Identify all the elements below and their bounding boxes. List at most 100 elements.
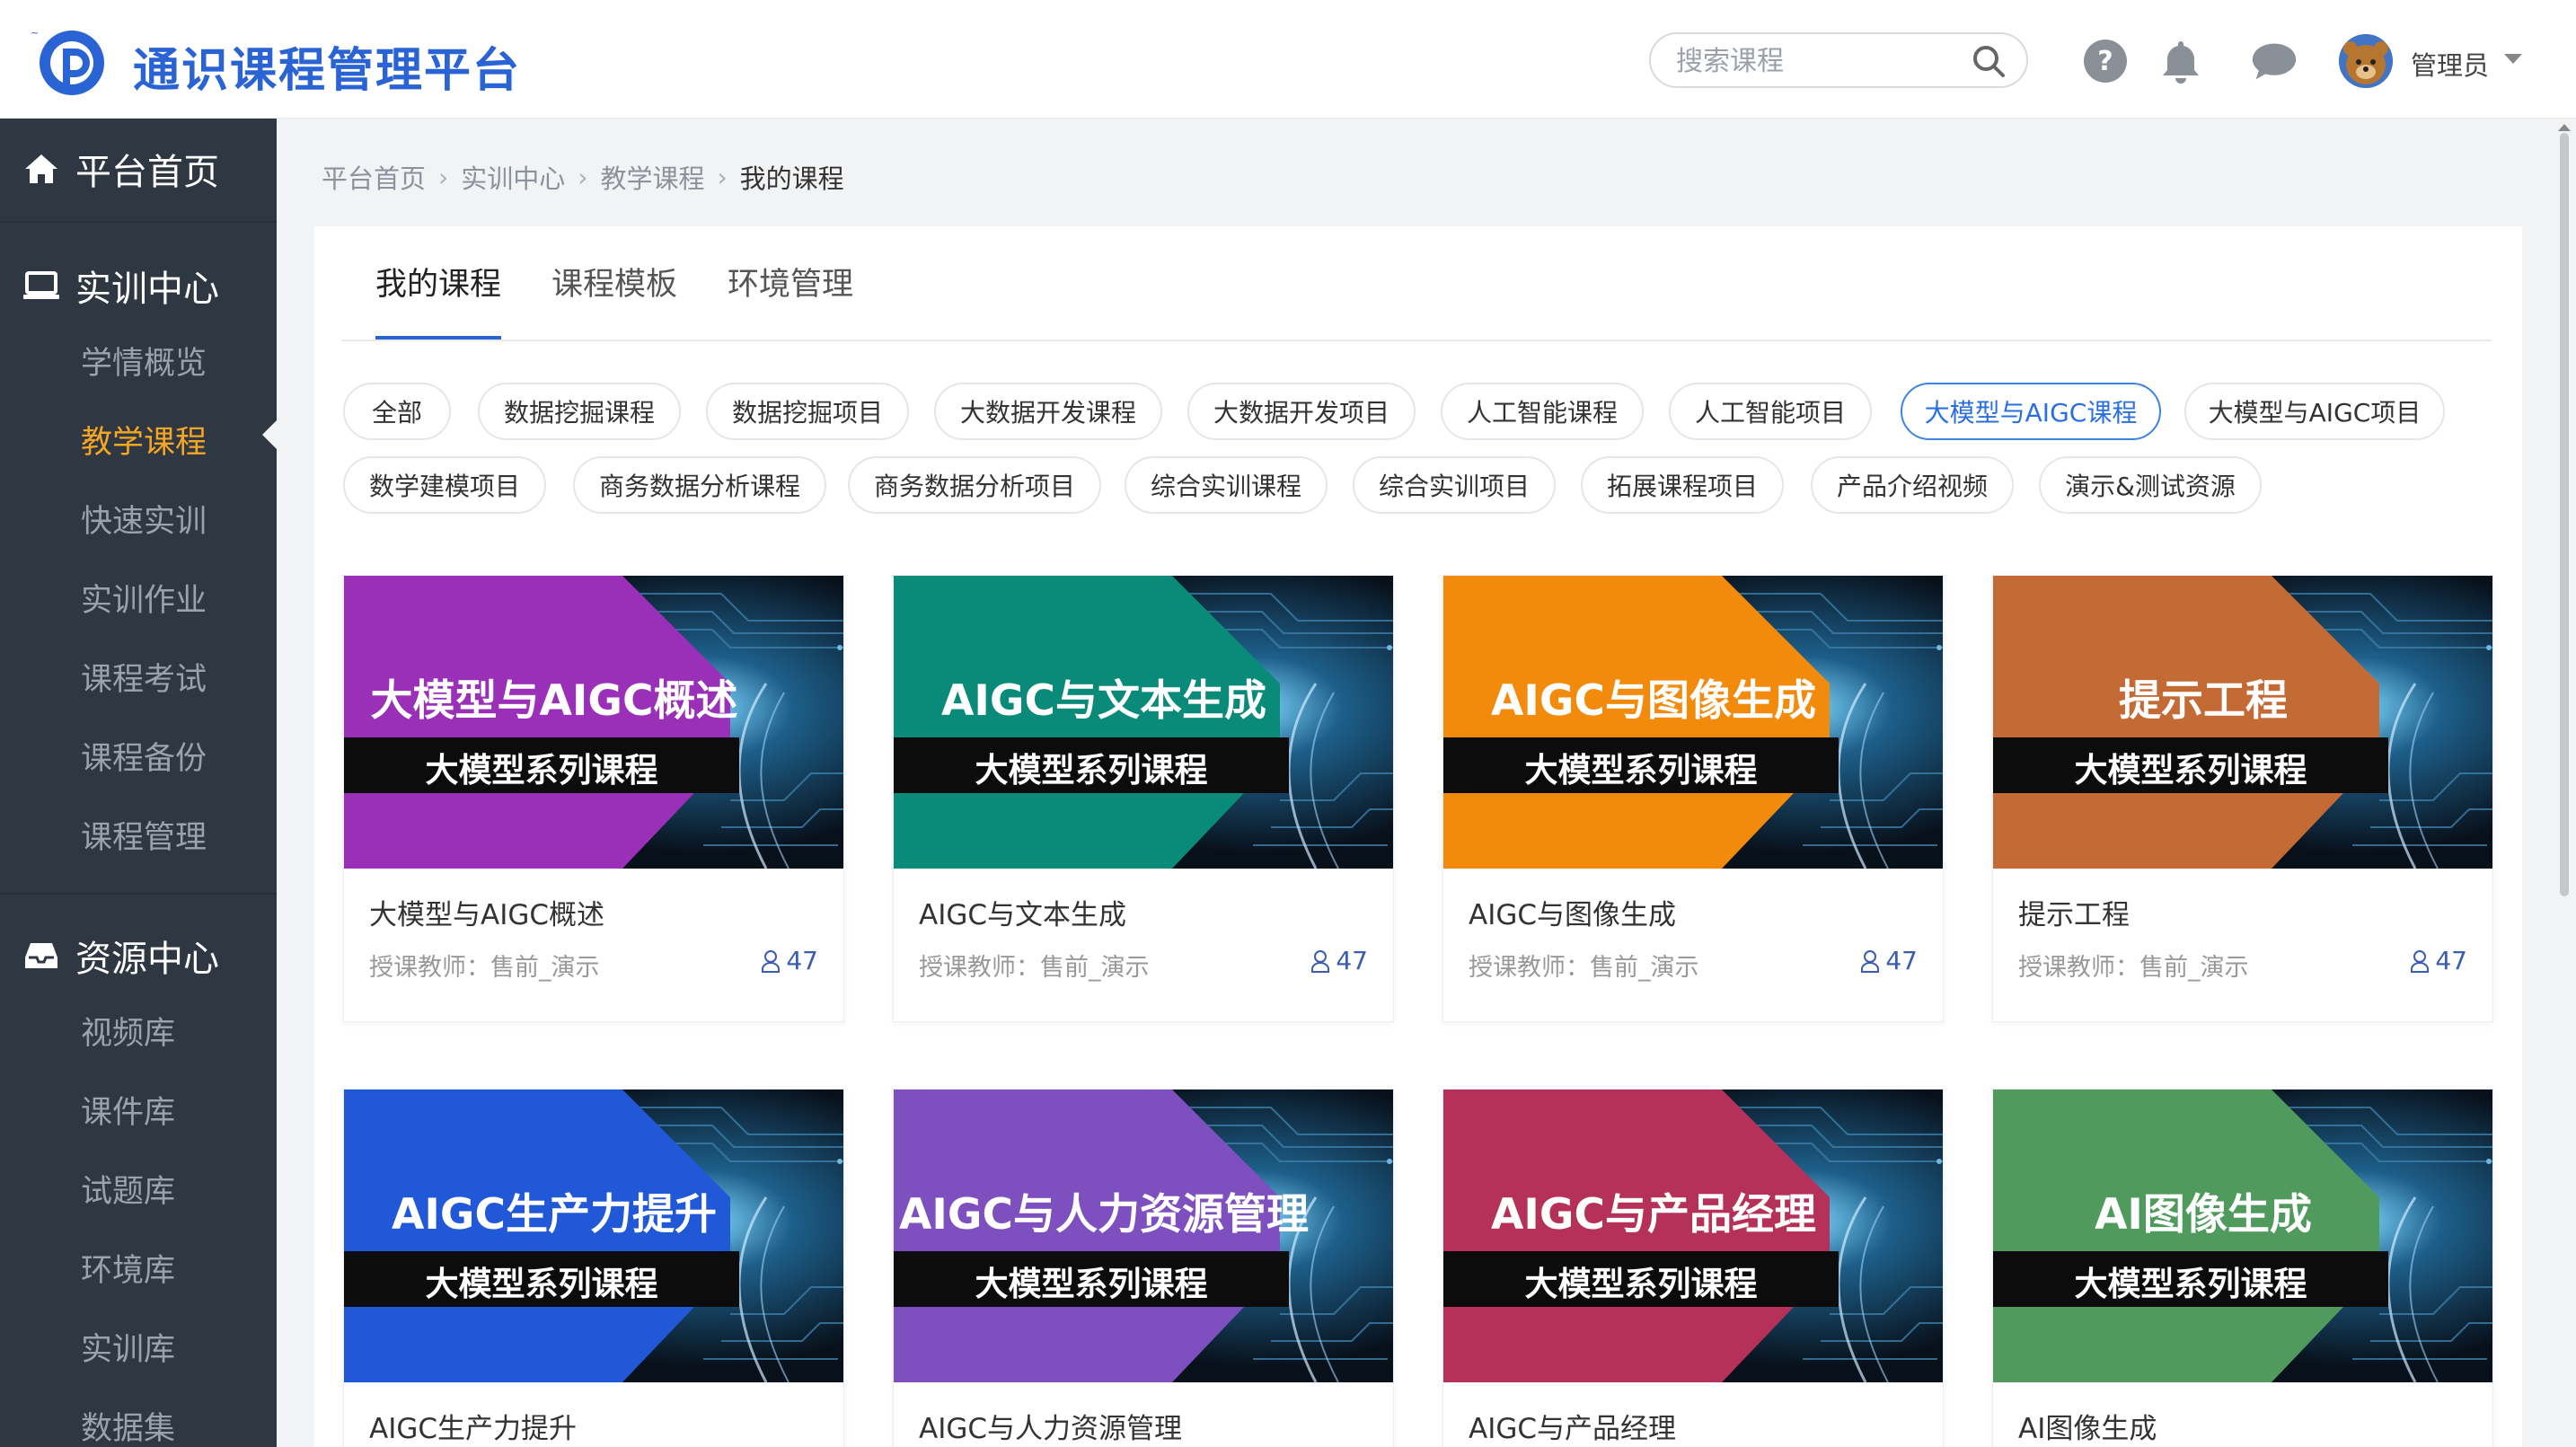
tab-environment-management[interactable]: 环境管理	[728, 259, 853, 340]
sidebar-item-datasets[interactable]: 数据集	[81, 1403, 175, 1447]
sidebar-resource-center[interactable]: 资源中心	[0, 923, 277, 988]
course-title[interactable]: AIGC与图像生成	[1469, 892, 1676, 932]
bell-icon[interactable]	[2157, 38, 2204, 84]
scrollbar[interactable]	[2560, 133, 2569, 896]
thumbnail-title: 大模型与AIGC概述	[370, 676, 738, 726]
breadcrumb-teaching-courses[interactable]: 教学课程	[600, 158, 704, 196]
category-chip[interactable]: 商务数据分析课程	[573, 456, 826, 514]
category-chip[interactable]: 数据挖掘项目	[706, 383, 909, 440]
category-chip[interactable]: 人工智能课程	[1441, 383, 1644, 440]
student-count: 47	[1860, 946, 1918, 975]
sidebar-training-center[interactable]: 实训中心	[0, 253, 277, 318]
category-chip[interactable]: 产品介绍视频	[1811, 456, 2014, 514]
course-card[interactable]: 大模型与AIGC概述 大模型系列课程 大模型与AIGC概述 授课教师：售前_演示 47	[343, 575, 844, 1022]
username[interactable]: 管理员	[2411, 45, 2489, 83]
course-card[interactable]: AI图像生成 大模型系列课程 AI图像生成	[1992, 1089, 2493, 1447]
course-teacher: 授课教师：售前_演示	[2018, 954, 2249, 982]
sidebar-item-course-management[interactable]: 课程管理	[81, 812, 207, 858]
course-thumbnail[interactable]: AI图像生成大模型系列课程	[1993, 1090, 2492, 1382]
sidebar-item-quick-training[interactable]: 快速实训	[81, 496, 207, 542]
category-chip[interactable]: 大数据开发项目	[1187, 383, 1416, 440]
breadcrumb-home[interactable]: 平台首页	[322, 158, 426, 196]
thumbnail-subtitle: 大模型系列课程	[2074, 751, 2307, 790]
category-chip[interactable]: 拓展课程项目	[1581, 456, 1784, 514]
sidebar-item-teaching-courses[interactable]: 教学课程	[81, 417, 207, 463]
category-chip[interactable]: 综合实训项目	[1353, 456, 1556, 514]
sidebar: 平台首页 实训中心 学情概览 教学课程 快速实训 实训作业 课程考试 课程备份 …	[0, 119, 277, 1447]
sidebar-item-courseware-library[interactable]: 课件库	[81, 1087, 175, 1133]
chat-icon[interactable]	[2251, 38, 2298, 84]
category-chip[interactable]: 数据挖掘课程	[478, 383, 681, 440]
user-icon	[2411, 949, 2430, 973]
course-thumbnail[interactable]: AIGC与人力资源管理 大模型系列课程	[894, 1090, 1393, 1382]
category-chip[interactable]: 全部	[343, 383, 451, 440]
tab-my-courses[interactable]: 我的课程	[375, 259, 502, 340]
course-title[interactable]: AIGC与文本生成	[919, 892, 1126, 932]
inbox-icon	[25, 943, 57, 968]
thumbnail-subtitle: 大模型系列课程	[2074, 1265, 2307, 1303]
student-count: 47	[2410, 946, 2467, 975]
course-card[interactable]: AIGC与人力资源管理 大模型系列课程 AIGC与人力资源管理	[893, 1089, 1394, 1447]
sidebar-item-backup[interactable]: 课程备份	[81, 733, 207, 779]
course-title[interactable]: 大模型与AIGC概述	[369, 892, 604, 932]
category-chip-active[interactable]: 大模型与AIGC课程	[1901, 383, 2161, 440]
sidebar-item-video-library[interactable]: 视频库	[81, 1008, 175, 1054]
course-thumbnail[interactable]: AIGC与产品经理 大模型系列课程	[1443, 1090, 1943, 1382]
course-title[interactable]: AI图像生成	[2018, 1406, 2157, 1446]
thumbnail-subtitle: 大模型系列课程	[425, 1265, 658, 1303]
course-teacher: 授课教师：售前_演示	[369, 954, 600, 982]
course-thumbnail[interactable]: 大模型与AIGC概述 大模型系列课程	[344, 576, 843, 869]
student-count-value: 47	[1885, 946, 1918, 975]
help-icon[interactable]: ?	[2082, 38, 2129, 84]
thumbnail-title: AI图像生成	[2095, 1190, 2312, 1240]
search-input[interactable]	[1676, 45, 1963, 77]
course-thumbnail[interactable]: AIGC生产力提升 大模型系列课程	[344, 1090, 843, 1382]
category-chip[interactable]: 大模型与AIGC项目	[2184, 383, 2445, 440]
svg-text:~: ~	[31, 27, 39, 39]
category-chip[interactable]: 演示&测试资源	[2039, 456, 2262, 514]
course-card[interactable]: AIGC与产品经理 大模型系列课程 AIGC与产品经理	[1442, 1089, 1944, 1447]
scroll-up-icon[interactable]	[2558, 124, 2571, 131]
student-count-value: 47	[2435, 946, 2467, 975]
platform-logo: ~	[31, 27, 104, 95]
breadcrumb-training-center[interactable]: 实训中心	[461, 158, 565, 196]
sidebar-item-exams[interactable]: 课程考试	[81, 654, 207, 700]
category-chip[interactable]: 数学建模项目	[343, 456, 546, 514]
chevron-right-icon: ›	[438, 162, 449, 192]
sidebar-item-environment-library[interactable]: 环境库	[81, 1245, 175, 1291]
sidebar-item-overview[interactable]: 学情概览	[81, 338, 207, 384]
course-title[interactable]: 提示工程	[2018, 892, 2130, 932]
search-icon[interactable]	[1971, 43, 2007, 79]
tab-divider	[341, 340, 2492, 341]
category-chip[interactable]: 大数据开发课程	[934, 383, 1162, 440]
chevron-down-icon[interactable]	[2504, 54, 2522, 64]
tab-course-templates[interactable]: 课程模板	[551, 259, 677, 340]
platform-title: 通识课程管理平台	[133, 44, 522, 98]
breadcrumb-current: 我的课程	[739, 163, 844, 194]
category-chip[interactable]: 商务数据分析项目	[848, 456, 1101, 514]
course-thumbnail[interactable]: AIGC与文本生成 大模型系列课程	[894, 576, 1393, 869]
course-card[interactable]: AIGC生产力提升 大模型系列课程 AIGC生产力提升	[343, 1089, 844, 1447]
sidebar-item-training-library[interactable]: 实训库	[81, 1324, 175, 1370]
thumbnail-title: AIGC与产品经理	[1491, 1190, 1816, 1240]
course-search-box[interactable]	[1649, 32, 2028, 88]
course-card[interactable]: AIGC与文本生成 大模型系列课程 AIGC与文本生成 授课教师：售前_演示 47	[893, 575, 1394, 1022]
sidebar-item-question-bank[interactable]: 试题库	[81, 1166, 175, 1212]
course-title[interactable]: AIGC与产品经理	[1469, 1406, 1676, 1446]
student-count-value: 47	[1336, 946, 1368, 975]
course-thumbnail[interactable]: AIGC与图像生成 大模型系列课程	[1443, 576, 1943, 869]
course-title[interactable]: AIGC与人力资源管理	[919, 1406, 1182, 1446]
sidebar-item-assignments[interactable]: 实训作业	[81, 575, 207, 621]
category-chip[interactable]: 综合实训课程	[1125, 456, 1328, 514]
thumbnail-subtitle: 大模型系列课程	[975, 751, 1208, 790]
sidebar-home[interactable]: 平台首页	[0, 137, 277, 201]
course-title[interactable]: AIGC生产力提升	[369, 1406, 577, 1446]
user-icon	[1311, 949, 1330, 973]
category-chip[interactable]: 人工智能项目	[1669, 383, 1872, 440]
course-card[interactable]: 提示工程 大模型系列课程提示工程授课教师：售前_演示 47	[1992, 575, 2493, 1022]
chevron-right-icon: ›	[717, 162, 728, 192]
course-card[interactable]: AIGC与图像生成 大模型系列课程 AIGC与图像生成 授课教师：售前_演示 47	[1442, 575, 1944, 1022]
user-avatar[interactable]	[2339, 34, 2393, 88]
svg-text:?: ?	[2097, 46, 2113, 77]
course-thumbnail[interactable]: 提示工程 大模型系列课程	[1993, 576, 2492, 869]
